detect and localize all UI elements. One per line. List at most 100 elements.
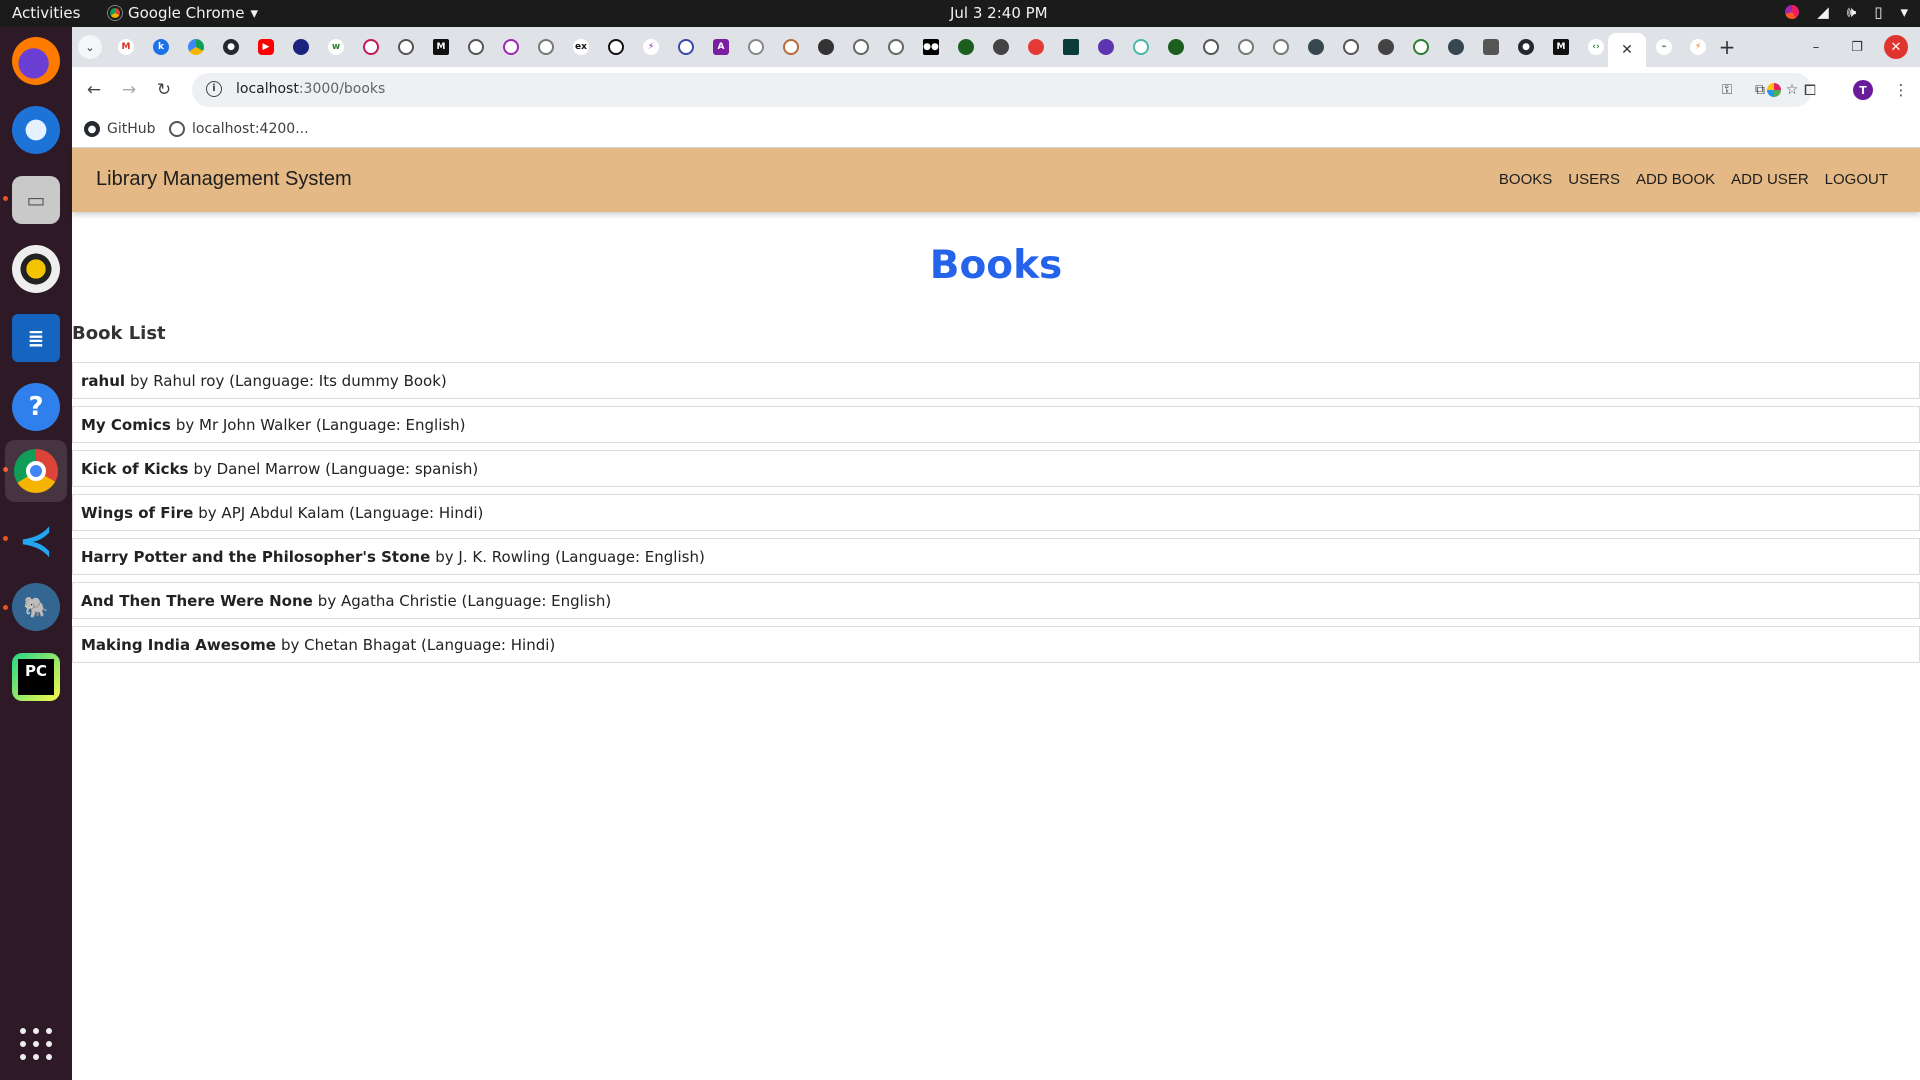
- tab-favicon-icon[interactable]: [1203, 39, 1219, 55]
- tab-favicon-icon[interactable]: [1483, 39, 1499, 55]
- site-info-icon[interactable]: i: [206, 81, 222, 97]
- address-bar[interactable]: i localhost:3000/books ⚿ ⧉ ☆: [192, 73, 1812, 107]
- window-close-icon[interactable]: ✕: [1884, 35, 1908, 59]
- github-icon[interactable]: ●: [223, 39, 239, 55]
- tab-favicon-icon[interactable]: [818, 39, 834, 55]
- tab-favicon-icon[interactable]: [853, 39, 869, 55]
- tab-favicon-icon[interactable]: [608, 39, 624, 55]
- extension-color-icon[interactable]: [1762, 78, 1786, 102]
- app-menu[interactable]: Google Chrome ▾: [108, 4, 258, 22]
- tab-favicon-icon[interactable]: M: [1553, 39, 1569, 55]
- tab-favicon-icon[interactable]: ex: [573, 39, 589, 55]
- system-tray[interactable]: ◢ 🕪 ▯ ▾: [1785, 3, 1908, 21]
- tab-favicon-icon[interactable]: k: [153, 39, 169, 55]
- tab-favicon-icon[interactable]: [1448, 39, 1464, 55]
- writer-icon[interactable]: ≣: [12, 314, 60, 362]
- tab-favicon-icon[interactable]: [993, 39, 1009, 55]
- tab-favicon-icon[interactable]: [783, 39, 799, 55]
- tab-favicon-icon[interactable]: [363, 39, 379, 55]
- profile-avatar[interactable]: T: [1853, 80, 1873, 100]
- new-tab-button[interactable]: +: [1715, 35, 1739, 59]
- tab-favicon-icon[interactable]: [1098, 39, 1114, 55]
- tab-favicon-icon[interactable]: [398, 39, 414, 55]
- extensions-puzzle-icon[interactable]: ⧠: [1798, 78, 1822, 102]
- clock[interactable]: Jul 3 2:40 PM: [950, 4, 1048, 22]
- gmail-icon[interactable]: M: [118, 39, 134, 55]
- book-title: Harry Potter and the Philosopher's Stone: [81, 547, 431, 566]
- rhythmbox-icon[interactable]: [12, 245, 60, 293]
- files-icon[interactable]: ▭: [12, 176, 60, 224]
- tab-favicon-icon[interactable]: [1063, 39, 1079, 55]
- tab-favicon-icon[interactable]: [1413, 39, 1429, 55]
- book-item: Harry Potter and the Philosopher's Stone…: [72, 538, 1920, 575]
- bookmark-localhost[interactable]: localhost:4200...: [169, 121, 309, 137]
- active-tab[interactable]: ✕: [1608, 33, 1646, 67]
- tab-favicon-icon[interactable]: [538, 39, 554, 55]
- brand-title[interactable]: Library Management System: [96, 168, 352, 191]
- tab-favicon-icon[interactable]: ⚡: [643, 39, 659, 55]
- forward-icon[interactable]: →: [117, 78, 141, 102]
- running-indicator: [3, 536, 8, 541]
- tab-favicon-icon[interactable]: [1028, 39, 1044, 55]
- book-details: by Agatha Christie (Language: English): [317, 591, 612, 610]
- activities-button[interactable]: Activities: [12, 4, 80, 22]
- globe-icon: [169, 121, 185, 137]
- key-icon[interactable]: ⚿: [1717, 81, 1737, 99]
- tab-favicon-icon[interactable]: [468, 39, 484, 55]
- chrome-dock-item[interactable]: [5, 440, 67, 502]
- book-details: by Mr John Walker (Language: English): [175, 415, 466, 434]
- tab-favicon-icon[interactable]: [1168, 39, 1184, 55]
- tab-favicon-icon[interactable]: [888, 39, 904, 55]
- color-picker-icon[interactable]: [1785, 5, 1800, 19]
- tab-favicon-icon[interactable]: [748, 39, 764, 55]
- tab-favicon-icon[interactable]: ⌁: [1656, 39, 1672, 55]
- tab-favicon-icon[interactable]: [293, 39, 309, 55]
- book-item: My Comics by Mr John Walker (Language: En…: [72, 406, 1920, 443]
- github-icon[interactable]: ●: [1518, 39, 1534, 55]
- tab-favicon-icon[interactable]: [1238, 39, 1254, 55]
- tab-favicon-icon[interactable]: [503, 39, 519, 55]
- url-text[interactable]: localhost:3000/books: [236, 81, 385, 97]
- tab-favicon-icon[interactable]: ⚡: [1690, 39, 1706, 55]
- tab-favicon-icon[interactable]: [1378, 39, 1394, 55]
- tab-favicon-icon[interactable]: [1343, 39, 1359, 55]
- nav-users-link[interactable]: USERS: [1568, 171, 1620, 188]
- menu-kebab-icon[interactable]: ⋮: [1889, 78, 1913, 102]
- tab-favicon-icon[interactable]: M: [433, 39, 449, 55]
- nav-add-book-link[interactable]: ADD BOOK: [1636, 171, 1715, 188]
- tab-favicon-icon[interactable]: w: [328, 39, 344, 55]
- tab-favicon-icon[interactable]: [678, 39, 694, 55]
- tab-favicon-icon[interactable]: ●●: [923, 39, 939, 55]
- nav-add-user-link[interactable]: ADD USER: [1731, 171, 1809, 188]
- firefox-icon[interactable]: [12, 37, 60, 85]
- tab-search-button[interactable]: ⌄: [78, 35, 102, 59]
- help-icon[interactable]: ?: [12, 383, 60, 431]
- chrome-icon: [14, 449, 58, 493]
- tab-favicon-icon[interactable]: [1133, 39, 1149, 55]
- tab-favicon-icon[interactable]: ‹›: [1588, 39, 1604, 55]
- tab-favicon-icon[interactable]: [958, 39, 974, 55]
- close-icon[interactable]: ✕: [1621, 42, 1633, 58]
- tab-favicon-icon[interactable]: [1273, 39, 1289, 55]
- restore-icon[interactable]: ❐: [1845, 35, 1869, 59]
- nav-logout-link[interactable]: LOGOUT: [1825, 171, 1888, 188]
- back-icon[interactable]: ←: [82, 78, 106, 102]
- postgres-icon[interactable]: 🐘: [12, 583, 60, 631]
- bookmark-github[interactable]: ● GitHub: [84, 121, 156, 137]
- minimize-icon[interactable]: –: [1804, 35, 1828, 59]
- reload-icon[interactable]: ↻: [152, 78, 176, 102]
- pycharm-icon[interactable]: PC: [12, 653, 60, 701]
- bookmarks-bar: ● GitHub localhost:4200...: [72, 113, 1920, 148]
- drive-icon[interactable]: [188, 39, 204, 55]
- thunderbird-icon[interactable]: [12, 106, 60, 154]
- running-indicator: [3, 605, 8, 610]
- book-item: Kick of Kicks by Danel Marrow (Language: …: [72, 450, 1920, 487]
- book-title: Kick of Kicks: [81, 459, 189, 478]
- tab-favicon-icon[interactable]: [1308, 39, 1324, 55]
- youtube-icon[interactable]: ▶: [258, 39, 274, 55]
- tab-favicon-icon[interactable]: A: [713, 39, 729, 55]
- section-title: Book List: [72, 323, 166, 344]
- vscode-icon[interactable]: ≺: [12, 516, 60, 565]
- nav-books-link[interactable]: BOOKS: [1499, 171, 1552, 188]
- show-apps-button[interactable]: [20, 1028, 52, 1060]
